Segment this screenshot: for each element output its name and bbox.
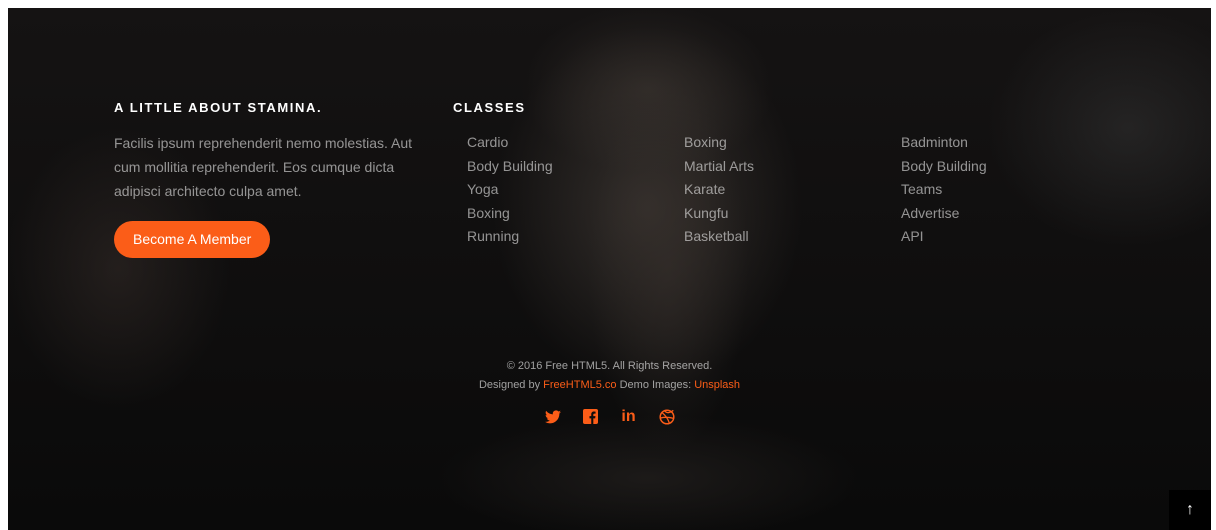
class-link-cardio[interactable]: Cardio (467, 134, 508, 150)
unsplash-link[interactable]: Unsplash (694, 379, 740, 391)
class-link-running[interactable]: Running (467, 228, 519, 244)
twitter-icon[interactable] (544, 408, 562, 426)
class-link-badminton[interactable]: Badminton (901, 134, 968, 150)
footer-section: A LITTLE ABOUT STAMINA. Facilis ipsum re… (8, 8, 1211, 530)
about-column: A LITTLE ABOUT STAMINA. Facilis ipsum re… (114, 100, 434, 258)
list-item: API (901, 225, 1118, 249)
class-link-boxing-2[interactable]: Boxing (684, 134, 727, 150)
list-item: Basketball (684, 225, 901, 249)
designed-by-label: Designed by (478, 379, 541, 391)
list-item: Badminton (901, 131, 1118, 155)
list-item: Cardio (467, 131, 684, 155)
list-item: Advertise (901, 202, 1118, 226)
list-item: Yoga (467, 178, 684, 202)
list-item: Boxing (684, 131, 901, 155)
class-link-yoga[interactable]: Yoga (467, 181, 498, 197)
demo-images-label: Demo Images: (619, 379, 692, 391)
classes-list-2: Boxing Martial Arts Karate Kungfu Basket… (684, 131, 901, 249)
list-item: Teams (901, 178, 1118, 202)
dribbble-icon[interactable] (658, 408, 676, 426)
class-link-api[interactable]: API (901, 228, 924, 244)
list-item: Martial Arts (684, 155, 901, 179)
class-link-body-building[interactable]: Body Building (467, 158, 553, 174)
class-link-martial-arts[interactable]: Martial Arts (684, 158, 754, 174)
classes-list-1: Cardio Body Building Yoga Boxing Running (467, 131, 684, 249)
about-text: Facilis ipsum reprehenderit nemo molesti… (114, 135, 413, 199)
list-item: Kungfu (684, 202, 901, 226)
list-item: Running (467, 225, 684, 249)
class-link-advertise[interactable]: Advertise (901, 205, 959, 221)
social-icons: in (8, 408, 1211, 426)
classes-grid: Cardio Body Building Yoga Boxing Running… (453, 131, 1153, 249)
back-to-top-button[interactable]: ↑ (1169, 490, 1211, 530)
list-item: Karate (684, 178, 901, 202)
facebook-icon[interactable] (582, 408, 600, 426)
classes-list-3: Badminton Body Building Teams Advertise … (901, 131, 1118, 249)
list-item: Body Building (467, 155, 684, 179)
class-link-boxing[interactable]: Boxing (467, 205, 510, 221)
class-link-body-building-2[interactable]: Body Building (901, 158, 987, 174)
class-link-kungfu[interactable]: Kungfu (684, 205, 728, 221)
classes-heading: CLASSES (453, 100, 526, 115)
classes-column: CLASSES Cardio Body Building Yoga Boxing… (453, 100, 1153, 249)
become-member-button[interactable]: Become A Member (114, 221, 271, 258)
class-link-karate[interactable]: Karate (684, 181, 725, 197)
about-heading: A LITTLE ABOUT STAMINA. (114, 100, 323, 115)
list-item: Boxing (467, 202, 684, 226)
footer-bottom: © 2016 Free HTML5. All Rights Reserved. … (8, 357, 1211, 426)
arrow-up-icon: ↑ (1186, 501, 1194, 518)
class-link-teams[interactable]: Teams (901, 181, 942, 197)
copyright-text: © 2016 Free HTML5. All Rights Reserved. (506, 360, 713, 372)
credits-line: Designed by FreeHTML5.co Demo Images: Un… (8, 376, 1211, 395)
designer-link[interactable]: FreeHTML5.co (543, 379, 616, 391)
list-item: Body Building (901, 155, 1118, 179)
class-link-basketball[interactable]: Basketball (684, 228, 749, 244)
linkedin-icon[interactable]: in (620, 408, 638, 426)
